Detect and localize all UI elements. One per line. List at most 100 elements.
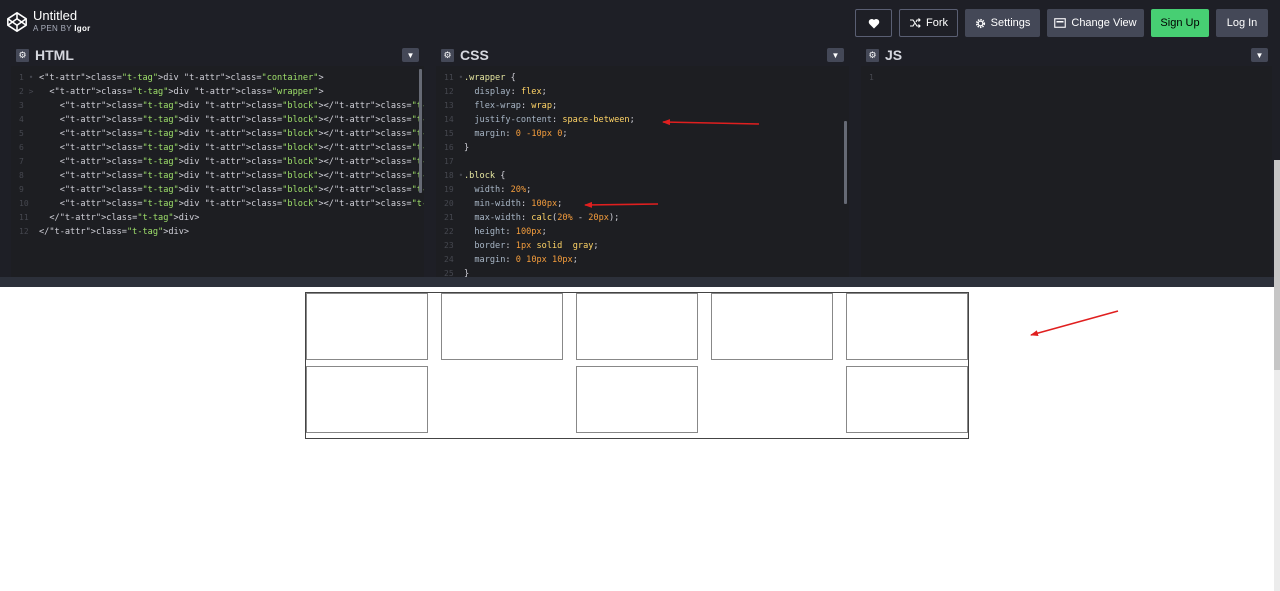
css-editor-header: ⚙ CSS ▼ bbox=[436, 44, 849, 66]
css-editor-scrollbar[interactable] bbox=[844, 121, 847, 204]
settings-button[interactable]: Settings bbox=[965, 9, 1040, 37]
sign-up-button[interactable]: Sign Up bbox=[1151, 9, 1209, 37]
pen-by-prefix: A PEN BY bbox=[33, 24, 72, 33]
code-text: } bbox=[464, 143, 470, 153]
change-view-label: Change View bbox=[1071, 17, 1137, 29]
line-number: 12 bbox=[19, 227, 29, 236]
top-bar: Untitled A PEN BY Igor Fork Settings Cha… bbox=[0, 0, 1280, 44]
html-editor-title: HTML bbox=[35, 47, 74, 63]
code-text: <"t-attr">class="t-tag">div "t-attr">cla… bbox=[39, 87, 324, 97]
js-editor-dropdown-chevron-icon[interactable]: ▼ bbox=[1251, 48, 1268, 62]
change-view-button[interactable]: Change View bbox=[1047, 9, 1144, 37]
line-number: 5 bbox=[19, 129, 24, 138]
css-editor: ⚙ CSS ▼ 11 • .wrapper { 12 display: flex; 1… bbox=[436, 44, 849, 287]
code-text: } bbox=[464, 269, 470, 277]
fork-icon bbox=[910, 18, 921, 28]
code-text: .wrapper { bbox=[464, 73, 516, 83]
layout-icon bbox=[1054, 18, 1067, 28]
code-text: display: flex; bbox=[474, 87, 547, 97]
codepen-logo-icon[interactable] bbox=[6, 11, 28, 33]
code-text: border: 1px solid gray; bbox=[474, 241, 599, 251]
line-number: 23 bbox=[444, 241, 454, 250]
css-settings-gear-icon[interactable]: ⚙ bbox=[441, 49, 454, 62]
line-number: 1 bbox=[869, 73, 874, 82]
love-button[interactable] bbox=[855, 9, 892, 37]
preview-block bbox=[846, 293, 968, 360]
preview-block bbox=[576, 366, 698, 433]
line-number: 2 > bbox=[19, 87, 34, 96]
code-text: <"t-attr">class="t-tag">div "t-attr">cla… bbox=[39, 73, 324, 83]
code-text: <"t-attr">class="t-tag">div "t-attr">cla… bbox=[39, 129, 424, 139]
line-number: 18 • bbox=[444, 171, 464, 180]
js-code-area[interactable]: 1 bbox=[861, 66, 1272, 277]
line-number: 8 bbox=[19, 171, 24, 180]
code-text: .block { bbox=[464, 171, 506, 181]
line-number: 16 bbox=[444, 143, 454, 152]
css-editor-dropdown-chevron-icon[interactable]: ▼ bbox=[827, 48, 844, 62]
preview-block bbox=[711, 293, 833, 360]
editor-resize-handle[interactable] bbox=[0, 277, 1280, 287]
line-number: 19 bbox=[444, 185, 454, 194]
pen-author-line: A PEN BY Igor bbox=[33, 23, 91, 34]
html-editor-header: ⚙ HTML ▼ bbox=[11, 44, 424, 66]
line-number: 14 bbox=[444, 115, 454, 124]
line-number: 15 bbox=[444, 129, 454, 138]
preview-block bbox=[306, 293, 428, 360]
pen-title[interactable]: Untitled bbox=[33, 8, 91, 23]
heart-icon bbox=[868, 18, 879, 28]
pen-author[interactable]: Igor bbox=[74, 24, 90, 33]
code-text: width: 20%; bbox=[474, 185, 532, 195]
code-text: <"t-attr">class="t-tag">div "t-attr">cla… bbox=[39, 199, 424, 209]
code-text: <"t-attr">class="t-tag">div "t-attr">cla… bbox=[39, 185, 424, 195]
log-in-button[interactable]: Log In bbox=[1216, 9, 1268, 37]
code-text: margin: 0 -10px 0; bbox=[474, 129, 568, 139]
preview-block bbox=[846, 366, 968, 433]
code-text: </"t-attr">class="t-tag">div> bbox=[39, 227, 190, 237]
code-text: min-width: 100px; bbox=[474, 199, 563, 209]
line-number: 25 bbox=[444, 269, 454, 277]
page-scrollbar-thumb[interactable] bbox=[1274, 160, 1280, 370]
line-number: 7 bbox=[19, 157, 24, 166]
preview-container bbox=[305, 292, 969, 439]
gear-icon bbox=[975, 18, 985, 28]
result-preview bbox=[0, 287, 1280, 591]
js-settings-gear-icon[interactable]: ⚙ bbox=[866, 49, 879, 62]
js-editor-header: ⚙ JS ▼ bbox=[861, 44, 1272, 66]
code-text: margin: 0 10px 10px; bbox=[474, 255, 578, 265]
css-editor-title: CSS bbox=[460, 47, 489, 63]
code-text: <"t-attr">class="t-tag">div "t-attr">cla… bbox=[39, 157, 424, 167]
fork-label: Fork bbox=[926, 17, 948, 29]
line-number: 20 bbox=[444, 199, 454, 208]
line-number: 9 bbox=[19, 185, 24, 194]
html-editor-dropdown-chevron-icon[interactable]: ▼ bbox=[402, 48, 419, 62]
code-text: </"t-attr">class="t-tag">div> bbox=[39, 213, 200, 223]
code-text: justify-content: space-between; bbox=[474, 115, 635, 125]
line-number: 6 bbox=[19, 143, 24, 152]
js-editor: ⚙ JS ▼ 1 bbox=[861, 44, 1272, 287]
line-number: 1 • bbox=[19, 73, 34, 82]
line-number: 11 bbox=[19, 213, 29, 222]
pen-title-block: Untitled A PEN BY Igor bbox=[33, 8, 91, 34]
line-number: 12 bbox=[444, 87, 454, 96]
line-number: 21 bbox=[444, 213, 454, 222]
preview-block bbox=[306, 366, 428, 433]
html-settings-gear-icon[interactable]: ⚙ bbox=[16, 49, 29, 62]
css-code-area[interactable]: 11 • .wrapper {12 display: flex; 13 flex-w… bbox=[436, 66, 849, 277]
js-editor-title: JS bbox=[885, 47, 903, 63]
line-number: 24 bbox=[444, 255, 454, 264]
code-text: <"t-attr">class="t-tag">div "t-attr">cla… bbox=[39, 101, 424, 111]
line-number: 4 bbox=[19, 115, 24, 124]
html-code-area[interactable]: 1 • <"t-attr">class="t-tag">div "t-attr">… bbox=[11, 66, 424, 277]
line-number: 10 bbox=[19, 199, 29, 208]
fork-button[interactable]: Fork bbox=[899, 9, 958, 37]
settings-label: Settings bbox=[990, 17, 1031, 29]
html-editor-scrollbar[interactable] bbox=[419, 69, 422, 193]
line-number: 17 bbox=[444, 157, 454, 166]
line-number: 13 bbox=[444, 101, 454, 110]
editor-area: ⚙ HTML ▼ 1 • <"t-attr">class="t-tag">div … bbox=[0, 44, 1280, 287]
code-text: <"t-attr">class="t-tag">div "t-attr">cla… bbox=[39, 143, 424, 153]
preview-block bbox=[441, 293, 563, 360]
html-editor: ⚙ HTML ▼ 1 • <"t-attr">class="t-tag">div … bbox=[11, 44, 424, 287]
line-number: 11 • bbox=[444, 73, 464, 82]
code-text: <"t-attr">class="t-tag">div "t-attr">cla… bbox=[39, 171, 424, 181]
